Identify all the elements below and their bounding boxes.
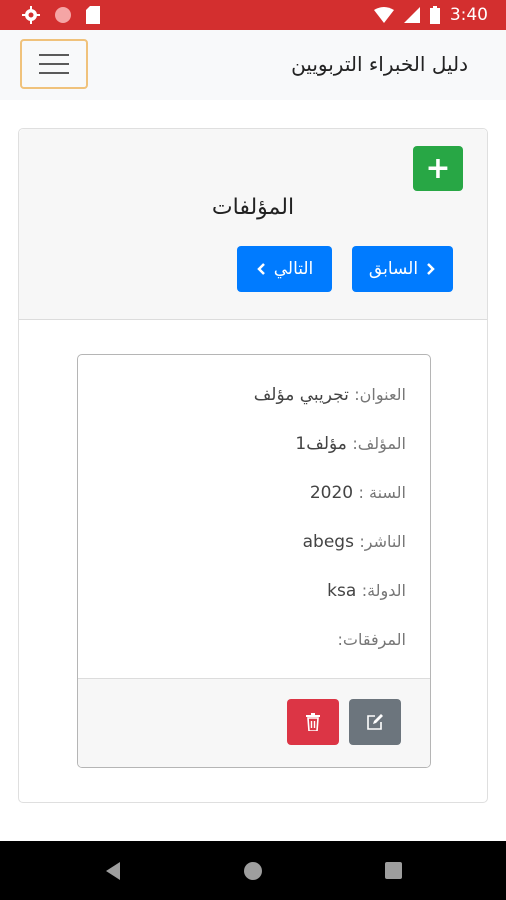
- app-title: دليل الخبراء التربويين: [291, 52, 468, 76]
- country-value: ksa: [327, 581, 357, 601]
- delete-button[interactable]: [287, 699, 339, 745]
- country-label: الدولة:: [361, 581, 406, 600]
- title-label: العنوان:: [354, 385, 406, 404]
- previous-label: السابق: [368, 259, 419, 279]
- hamburger-line: [39, 63, 69, 65]
- publisher-label: الناشر:: [359, 532, 406, 551]
- edit-button[interactable]: [349, 699, 401, 745]
- menu-button[interactable]: [20, 39, 88, 89]
- next-label: التالي: [273, 259, 314, 279]
- publisher-field: الناشر: abegs: [303, 532, 406, 552]
- chevron-right-icon: [427, 263, 435, 275]
- hamburger-line: [39, 54, 69, 56]
- system-navigation-bar: [0, 841, 506, 900]
- card-header: + المؤلفات السابق التالي: [19, 129, 487, 320]
- country-field: الدولة: ksa: [327, 581, 406, 601]
- publisher-value: abegs: [302, 532, 354, 552]
- year-field: السنة : 2020: [310, 483, 406, 503]
- year-label: السنة :: [358, 483, 406, 502]
- record-icon: [55, 7, 71, 23]
- author-label: المؤلف:: [352, 434, 406, 453]
- chevron-left-icon: [256, 263, 265, 275]
- previous-button[interactable]: السابق: [352, 246, 453, 292]
- status-bar-left: [22, 6, 100, 24]
- section-title: المؤلفات: [211, 195, 295, 220]
- back-icon[interactable]: [104, 861, 122, 881]
- publication-item-card: العنوان: تجريبي مؤلف المؤلف: مؤلف1 السنة…: [77, 354, 431, 768]
- item-card-footer: [78, 678, 430, 767]
- wifi-icon: [373, 7, 394, 23]
- status-time: 3:40: [449, 5, 488, 25]
- attachments-label: المرفقات:: [337, 630, 406, 649]
- status-bar: 3:40: [0, 0, 506, 30]
- author-value: مؤلف1: [295, 434, 347, 454]
- attachments-field: المرفقات:: [338, 630, 406, 650]
- author-field: المؤلف: مؤلف1: [295, 434, 406, 454]
- home-icon[interactable]: [243, 861, 263, 881]
- title-value: تجريبي مؤلف: [253, 385, 349, 405]
- hamburger-line: [39, 72, 69, 74]
- battery-icon: [429, 6, 440, 24]
- add-button[interactable]: +: [413, 146, 463, 191]
- sd-card-icon: [86, 6, 100, 24]
- app-bar: دليل الخبراء التربويين: [0, 30, 506, 100]
- edit-icon: [367, 714, 383, 730]
- publications-card: + المؤلفات السابق التالي العنوان: تجريبي…: [18, 128, 488, 803]
- title-field: العنوان: تجريبي مؤلف: [254, 385, 406, 405]
- trash-icon: [306, 713, 320, 731]
- settings-icon: [22, 6, 40, 24]
- recent-apps-icon[interactable]: [385, 862, 402, 879]
- status-bar-right: 3:40: [373, 5, 488, 25]
- signal-icon: [403, 7, 420, 23]
- year-value: 2020: [309, 483, 354, 503]
- next-button[interactable]: التالي: [237, 246, 332, 292]
